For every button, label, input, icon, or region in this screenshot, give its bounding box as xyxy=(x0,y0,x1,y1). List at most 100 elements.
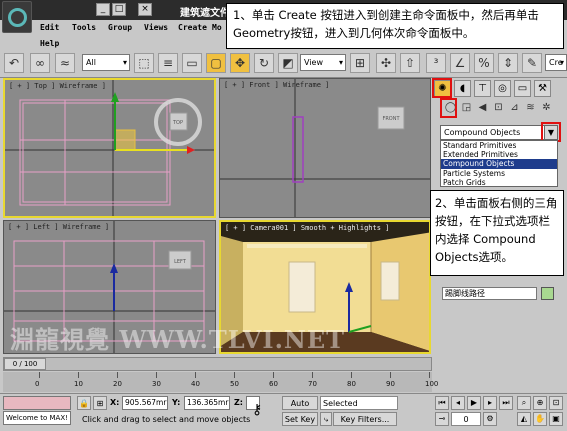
current-frame-field[interactable]: 0 xyxy=(451,412,481,426)
maximize-button[interactable]: □ xyxy=(112,3,126,16)
dropdown-option[interactable]: Particle Systems xyxy=(441,169,557,178)
app-logo-icon[interactable] xyxy=(2,1,32,33)
go-to-end-icon[interactable]: ⏭ xyxy=(499,396,513,410)
set-key-icon[interactable]: ⚷ xyxy=(252,402,262,418)
cameras-icon[interactable]: ⊡ xyxy=(491,100,506,116)
select-and-scale-icon[interactable]: ◩ xyxy=(278,53,298,73)
named-selection-icon[interactable]: ✎ xyxy=(522,53,542,73)
menu-modifiers[interactable]: Mo xyxy=(212,23,222,32)
viewport-camera-label[interactable]: [ + ] Camera001 ] Smooth + Highlights ] xyxy=(225,224,389,232)
dropdown-highlight-box xyxy=(541,122,561,142)
x-label: X: xyxy=(110,398,120,407)
set-key-button[interactable]: Set Key xyxy=(282,412,318,426)
lights-icon[interactable]: ◀ xyxy=(475,100,490,116)
pan-icon[interactable]: ✋ xyxy=(533,412,547,426)
auto-key-button[interactable]: Auto Key xyxy=(282,396,318,421)
select-object-icon[interactable]: ⬚ xyxy=(134,53,154,73)
shapes-icon[interactable]: ◲ xyxy=(459,100,474,116)
time-slider-thumb[interactable]: 0 / 100 xyxy=(4,358,46,370)
callout-step-1: 1、单击 Create 按钮进入到创建主命令面板中，然后再单击 Geometry… xyxy=(226,3,564,49)
close-button[interactable]: × xyxy=(138,3,152,16)
main-toolbar: ↶ ∞ ≈ All ⬚ ≡ ▭ ▢ ✥ ↻ ◩ View ⊞ ✣ ⇧ ³ ∠ %… xyxy=(0,50,567,78)
track-tick-label: 0 xyxy=(35,380,40,388)
object-name-field[interactable]: 踢脚线路径 xyxy=(442,287,537,300)
y-coordinate-field[interactable]: 136.365mr xyxy=(184,396,230,410)
maximize-viewport-icon[interactable]: ▣ xyxy=(549,412,563,426)
time-slider[interactable]: 0 / 100 xyxy=(3,357,432,371)
track-tick xyxy=(156,372,157,378)
select-and-manipulate-icon[interactable]: ✣ xyxy=(376,53,396,73)
rectangular-selection-icon[interactable]: ▭ xyxy=(182,53,202,73)
link-icon[interactable]: ∞ xyxy=(30,53,50,73)
track-tick-label: 40 xyxy=(191,380,200,388)
create-selection-set[interactable]: Cre xyxy=(545,54,567,71)
next-frame-icon[interactable]: ▸ xyxy=(483,396,497,410)
top-view-geometry: TOP xyxy=(5,80,214,216)
object-color-swatch[interactable] xyxy=(541,287,554,300)
zoom-extents-icon[interactable]: ⊡ xyxy=(549,396,563,410)
maxscript-listener[interactable]: Welcome to MAX! xyxy=(3,411,71,425)
display-tab-icon[interactable]: ▭ xyxy=(514,80,531,97)
viewcube-left-label[interactable]: LEFT xyxy=(174,259,187,265)
key-mode-toggle-icon[interactable]: ⊸ xyxy=(435,412,449,426)
geometry-highlight-box xyxy=(440,98,457,118)
track-tick-label: 20 xyxy=(113,380,122,388)
undo-icon[interactable]: ↶ xyxy=(4,53,24,73)
bind-space-warp-icon[interactable]: ≈ xyxy=(55,53,75,73)
key-filters-button[interactable]: Key Filters... xyxy=(333,412,397,426)
space-warps-icon[interactable]: ≋ xyxy=(523,100,538,116)
track-tick xyxy=(273,372,274,378)
dropdown-option-selected[interactable]: Compound Objects xyxy=(441,159,557,169)
systems-icon[interactable]: ✲ xyxy=(539,100,554,116)
track-tick xyxy=(234,372,235,378)
x-coordinate-field[interactable]: 905.567mr xyxy=(122,396,168,410)
y-label: Y: xyxy=(172,398,181,407)
zoom-all-icon[interactable]: ⊕ xyxy=(533,396,547,410)
previous-frame-icon[interactable]: ◂ xyxy=(451,396,465,410)
menu-views[interactable]: Views xyxy=(144,23,168,32)
reference-coordinate-select[interactable]: View xyxy=(300,54,346,71)
menu-tools[interactable]: Tools xyxy=(72,23,96,32)
menu-group[interactable]: Group xyxy=(108,23,132,32)
select-and-rotate-icon[interactable]: ↻ xyxy=(254,53,274,73)
modify-tab-icon[interactable]: ◖ xyxy=(454,80,471,97)
lock-selection-icon[interactable]: 🔒 xyxy=(77,396,91,410)
track-tick xyxy=(390,372,391,378)
select-and-move-icon[interactable]: ✥ xyxy=(230,53,250,73)
select-by-name-icon[interactable]: ≡ xyxy=(158,53,178,73)
spinner-snap-icon[interactable]: ⇕ xyxy=(498,53,518,73)
viewport-top[interactable]: [ + ] Top ] Wireframe ] TOP xyxy=(3,78,216,218)
field-of-view-icon[interactable]: ◭ xyxy=(517,412,531,426)
category-dropdown-list: Standard Primitives Extended Primitives … xyxy=(440,140,558,187)
go-to-start-icon[interactable]: ⏮ xyxy=(435,396,449,410)
dropdown-option[interactable]: Extended Primitives xyxy=(441,150,557,159)
default-key-icon[interactable]: ⤷ xyxy=(320,412,332,426)
selection-filter-select[interactable]: All xyxy=(82,54,130,71)
dropdown-option[interactable]: Standard Primitives xyxy=(441,141,557,150)
menu-edit[interactable]: Edit xyxy=(40,23,59,32)
keyboard-shortcut-override-icon[interactable]: ⇧ xyxy=(400,53,420,73)
percent-snap-icon[interactable]: % xyxy=(474,53,494,73)
viewport-front[interactable]: [ + ] Front ] Wireframe ] FRONT xyxy=(219,78,431,218)
viewcube-front-label[interactable]: FRONT xyxy=(382,116,400,122)
snaps-toggle-icon[interactable]: ³ xyxy=(426,53,446,73)
window-crossing-icon[interactable]: ▢ xyxy=(206,53,226,73)
viewcube-top-label[interactable]: TOP xyxy=(172,120,183,126)
motion-tab-icon[interactable]: ◎ xyxy=(494,80,511,97)
minimize-button[interactable]: _ xyxy=(96,3,110,16)
pivot-center-icon[interactable]: ⊞ xyxy=(350,53,370,73)
time-configuration-icon[interactable]: ⚙ xyxy=(483,412,497,426)
absolute-mode-icon[interactable]: ⊞ xyxy=(93,396,107,410)
key-mode-select[interactable]: Selected xyxy=(320,396,398,410)
track-bar[interactable]: 0 10 20 30 40 50 60 70 80 90 100 xyxy=(3,372,438,392)
helpers-icon[interactable]: ⊿ xyxy=(507,100,522,116)
hierarchy-tab-icon[interactable]: ⊤ xyxy=(474,80,491,97)
menu-help[interactable]: Help xyxy=(40,39,59,48)
zoom-icon[interactable]: ⌕ xyxy=(517,396,531,410)
play-icon[interactable]: ▶ xyxy=(467,396,481,410)
dropdown-option[interactable]: Patch Grids xyxy=(441,178,557,187)
maxscript-listener-output[interactable] xyxy=(3,396,71,410)
angle-snap-icon[interactable]: ∠ xyxy=(450,53,470,73)
utilities-tab-icon[interactable]: ⚒ xyxy=(534,80,551,97)
menu-create[interactable]: Create xyxy=(178,23,207,32)
